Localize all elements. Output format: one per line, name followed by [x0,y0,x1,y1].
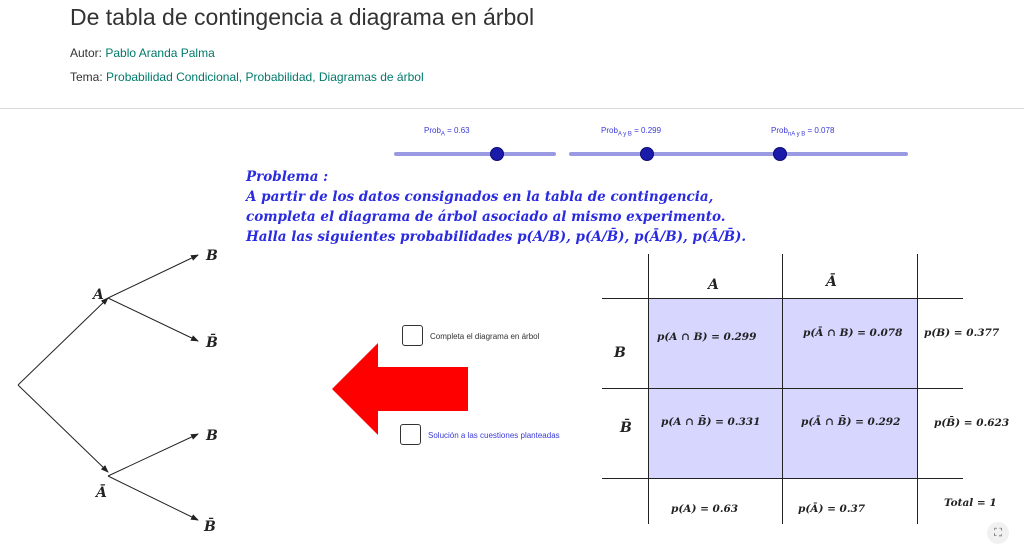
problem-line: completa el diagrama de árbol asociado a… [246,209,726,225]
table-col-total: p(Ā) = 0.37 [798,503,866,515]
slider-prob-a[interactable]: ProbA = 0.63 [394,126,556,162]
table-row-total: p(B̄) = 0.623 [934,417,1010,429]
solution-checkbox[interactable] [400,424,421,445]
author-line: Autor: Pablo Aranda Palma [70,46,215,60]
slider-label: ProbA y B = 0.299 [601,126,662,138]
table-row-header: B̄ [620,420,632,436]
table-col-header: Ā [826,274,837,290]
tree-leaf: B [206,428,218,444]
author-link[interactable]: Pablo Aranda Palma [105,46,214,60]
problem-statement: Problema : A partir de los datos consign… [246,167,746,247]
solution-label: Solución a las cuestiones planteadas [428,431,560,440]
slider-prob-a-y-b[interactable]: ProbA y B = 0.299 [569,126,761,162]
tree-diagram [17,254,199,521]
tree-leaf: B [206,248,218,264]
expand-icon[interactable]: ⛶ [987,522,1009,544]
slider-handle[interactable] [640,147,654,161]
table-col-total: p(A) = 0.63 [671,503,739,515]
problem-heading: Problema : [246,169,329,185]
branch-line [107,297,199,342]
slider-prob-na-y-b[interactable]: ProbnA y B = 0.078 [744,126,908,162]
slider-label: ProbA = 0.63 [424,126,470,138]
table-col-header: A [708,277,719,293]
slider-handle[interactable] [490,147,504,161]
topic-line: Tema: Probabilidad Condicional, Probabil… [70,70,424,84]
topic-link[interactable]: Diagramas de árbol [319,70,424,84]
tree-node-a: A [93,287,104,303]
table-cell: p(Ā ∩ B̄) = 0.292 [801,416,901,428]
slider-track[interactable] [394,152,556,156]
page-title: De tabla de contingencia a diagrama en á… [70,4,535,30]
tree-leaf: B̄ [206,335,218,351]
tree-node-not-a: Ā [96,485,107,501]
table-line [917,254,918,524]
table-row-header: B [614,345,626,361]
table-row-total: p(B) = 0.377 [924,327,1000,339]
table-cell: p(A ∩ B) = 0.299 [657,331,757,343]
complete-tree-checkbox[interactable] [402,325,423,346]
problem-line: A partir de los datos consignados en la … [246,189,714,205]
branch-line [17,384,109,473]
branch-line [107,475,199,521]
author-label: Autor: [70,46,103,60]
branch-line [17,297,109,386]
table-grand-total: Total = 1 [944,497,997,509]
slider-track[interactable] [744,152,908,156]
slider-label: ProbnA y B = 0.078 [771,126,835,138]
divider [0,108,1024,109]
branch-line [107,433,199,477]
topic-link[interactable]: Probabilidad [245,70,312,84]
tree-leaf: B̄ [204,519,216,535]
table-line [782,254,783,524]
topic-link[interactable]: Probabilidad Condicional [106,70,239,84]
problem-line: Halla las siguientes probabilidades p(A/… [246,229,747,245]
slider-handle[interactable] [773,147,787,161]
table-line [648,254,649,524]
branch-line [107,254,199,299]
table-cell: p(A ∩ B̄) = 0.331 [661,416,761,428]
red-arrow-icon [332,343,468,435]
table-cell: p(Ā ∩ B) = 0.078 [803,327,903,339]
topic-label: Tema: [70,70,103,84]
slider-track[interactable] [569,152,761,156]
complete-tree-label: Completa el diagrama en árbol [430,332,540,341]
